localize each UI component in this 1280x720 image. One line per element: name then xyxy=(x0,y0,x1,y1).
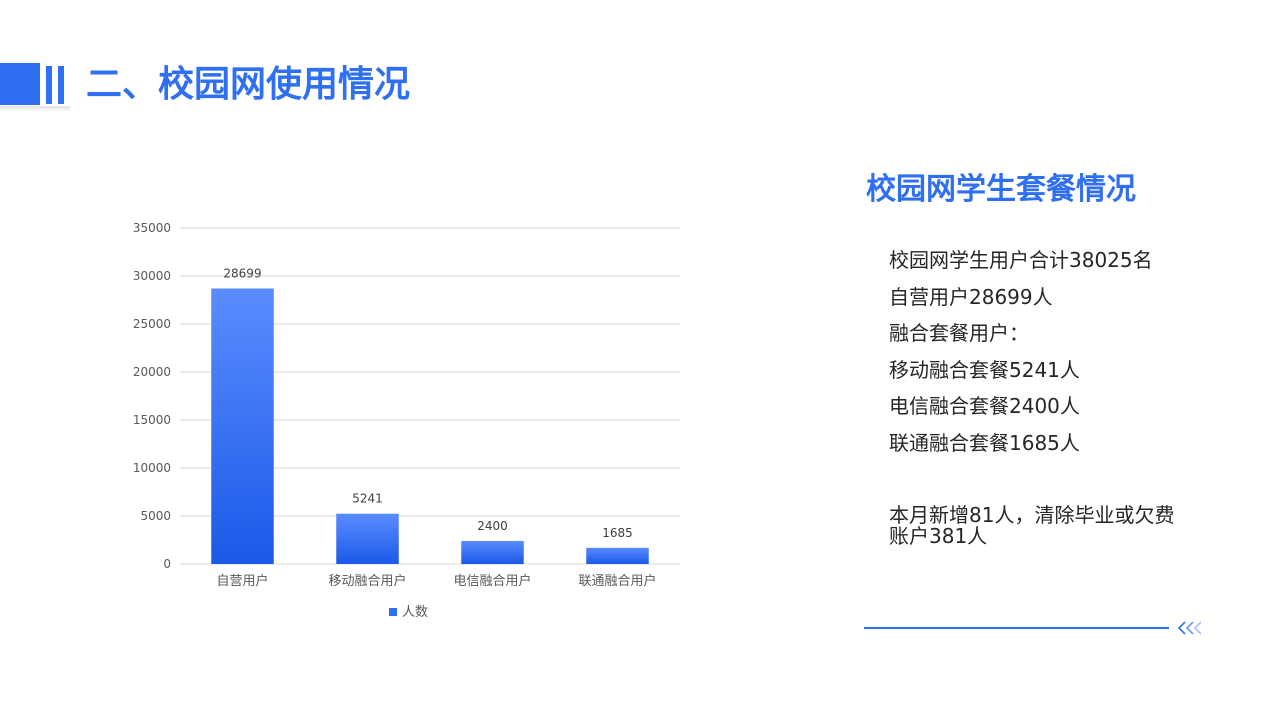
y-tick-labels: 0 5000 10000 15000 20000 25000 30000 35000 xyxy=(133,221,171,571)
side-panel-title: 校园网学生套餐情况 xyxy=(866,172,1136,207)
data-labels: 28699 5241 2400 1685 xyxy=(223,266,632,539)
data-label: 5241 xyxy=(352,492,383,506)
bar xyxy=(211,288,274,564)
header-accent-bar xyxy=(58,66,64,104)
bar xyxy=(586,547,649,564)
summary-bundle-heading: 融合套餐用户： xyxy=(889,321,1029,345)
data-label: 2400 xyxy=(477,519,508,533)
page-title: 二、校园网使用情况 xyxy=(86,64,411,105)
y-tick-label: 0 xyxy=(163,557,171,571)
y-tick-label: 35000 xyxy=(133,221,171,235)
bars xyxy=(211,288,649,564)
summary-unicom: 联通融合套餐1685人 xyxy=(889,430,1080,455)
legend: 人数 xyxy=(389,605,428,620)
summary-list: 校园网学生用户合计38025名 自营用户28699人 融合套餐用户： 移动融合套… xyxy=(889,242,1219,461)
header-shadow xyxy=(0,106,70,112)
y-tick-label: 30000 xyxy=(133,269,171,283)
summary-self-operated: 自营用户28699人 xyxy=(889,284,1053,309)
summary-mobile: 移动融合套餐5241人 xyxy=(889,357,1080,382)
bar xyxy=(336,513,399,564)
y-tick-label: 20000 xyxy=(133,365,171,379)
data-label: 1685 xyxy=(602,526,633,540)
summary-total: 校园网学生用户合计38025名 xyxy=(889,248,1153,272)
bar-chart: 0 5000 10000 15000 20000 25000 30000 35000 2869… xyxy=(133,221,680,620)
bar xyxy=(461,540,524,564)
data-label: 28699 xyxy=(223,266,261,280)
y-tick-label: 5000 xyxy=(140,509,171,523)
summary-telecom: 电信融合套餐2400人 xyxy=(889,394,1080,418)
legend-swatch xyxy=(389,608,397,616)
category-label: 电信融合用户 xyxy=(453,573,531,589)
header-accent-block xyxy=(0,63,40,105)
y-tick-label: 25000 xyxy=(133,317,171,331)
y-tick-label: 10000 xyxy=(133,461,171,475)
category-label: 自营用户 xyxy=(216,573,268,589)
legend-label: 人数 xyxy=(402,605,428,620)
y-tick-label: 15000 xyxy=(133,413,171,427)
category-label: 联通融合用户 xyxy=(578,573,656,589)
double-chevron-left-icon xyxy=(1177,621,1202,635)
footer-divider xyxy=(864,627,1169,629)
category-label: 移动融合用户 xyxy=(328,573,406,589)
category-labels: 自营用户 移动融合用户 电信融合用户 联通融合用户 xyxy=(216,573,656,589)
header-accent-bar xyxy=(46,66,52,104)
monthly-change-note: 本月新增81人，清除毕业或欠费账户381人 xyxy=(889,503,1175,548)
